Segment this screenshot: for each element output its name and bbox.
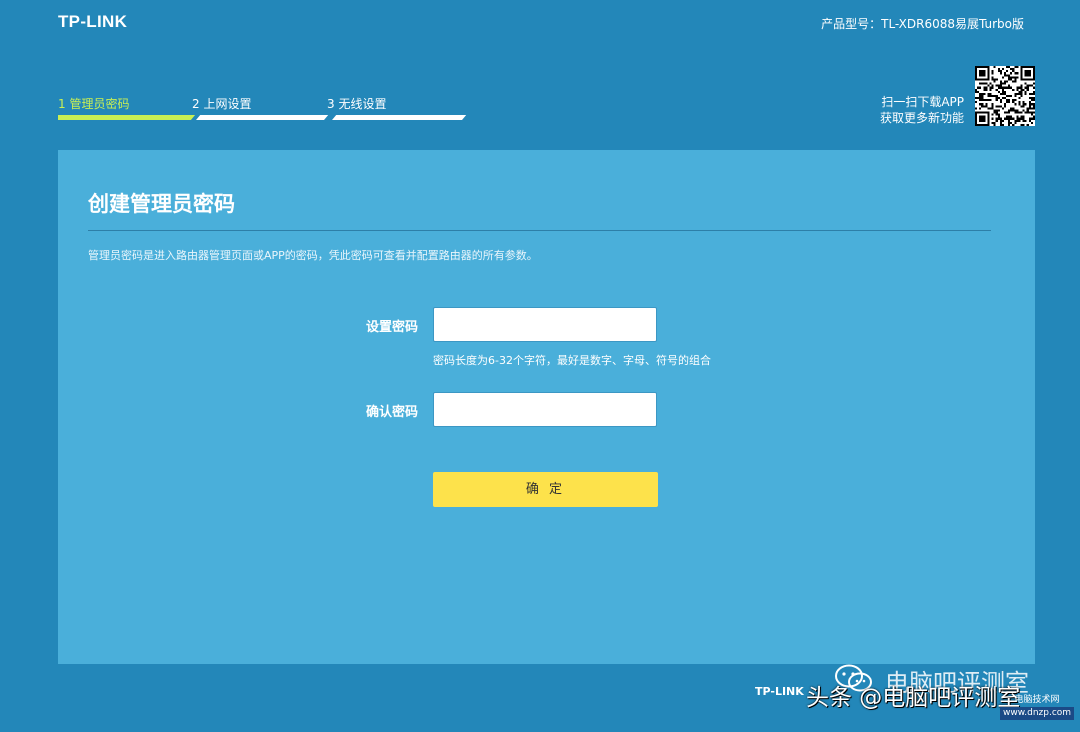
- confirm-password-input[interactable]: [433, 392, 657, 427]
- tp-link-logo: TP-LINK: [58, 12, 128, 31]
- step-progress-bar: [196, 115, 329, 120]
- password-label: 设置密码: [365, 320, 418, 335]
- app-download-text: 扫一扫下载APP: [881, 95, 964, 109]
- step-progress-bar-active: [58, 115, 188, 120]
- product-model: 产品型号：TL-XDR6088易展Turbo版: [821, 17, 1024, 31]
- password-hint: 密码长度为6-32个字符，最好是数字、字母、符号的组合: [433, 354, 711, 367]
- app-features-text: 获取更多新功能: [879, 111, 964, 125]
- app-download-promo: 扫一扫下载APP 获取更多新功能: [880, 94, 964, 126]
- setup-steps: 1 管理员密码 2 上网设置 3 无线设置: [58, 95, 467, 125]
- watermark-site-url: www.dnzp.com: [1000, 707, 1075, 720]
- password-input[interactable]: [433, 307, 657, 342]
- create-password-panel: 创建管理员密码 管理员密码是进入路由器管理页面或APP的密码，凭此密码可查看并配…: [58, 150, 1035, 664]
- step-wireless-settings: 3 无线设置: [327, 97, 387, 111]
- watermark-site-name: 电脑技术网: [1014, 695, 1060, 705]
- watermark-site: 电脑技术网 www.dnzp.com: [1000, 694, 1075, 720]
- confirm-button[interactable]: 确 定: [433, 472, 658, 507]
- step-admin-password: 1 管理员密码: [58, 97, 130, 111]
- confirm-password-label: 确认密码: [365, 405, 418, 420]
- page-title: 创建管理员密码: [88, 192, 235, 216]
- step-progress-bar: [332, 115, 467, 120]
- footer-brand: TP-LINK: [755, 685, 804, 698]
- watermark-text: 头条 @电脑吧评测室: [806, 685, 1021, 711]
- step-internet-settings: 2 上网设置: [192, 97, 252, 111]
- title-divider: [88, 230, 991, 231]
- app-qr-code: [975, 66, 1035, 126]
- page-description: 管理员密码是进入路由器管理页面或APP的密码，凭此密码可查看并配置路由器的所有参…: [88, 249, 538, 262]
